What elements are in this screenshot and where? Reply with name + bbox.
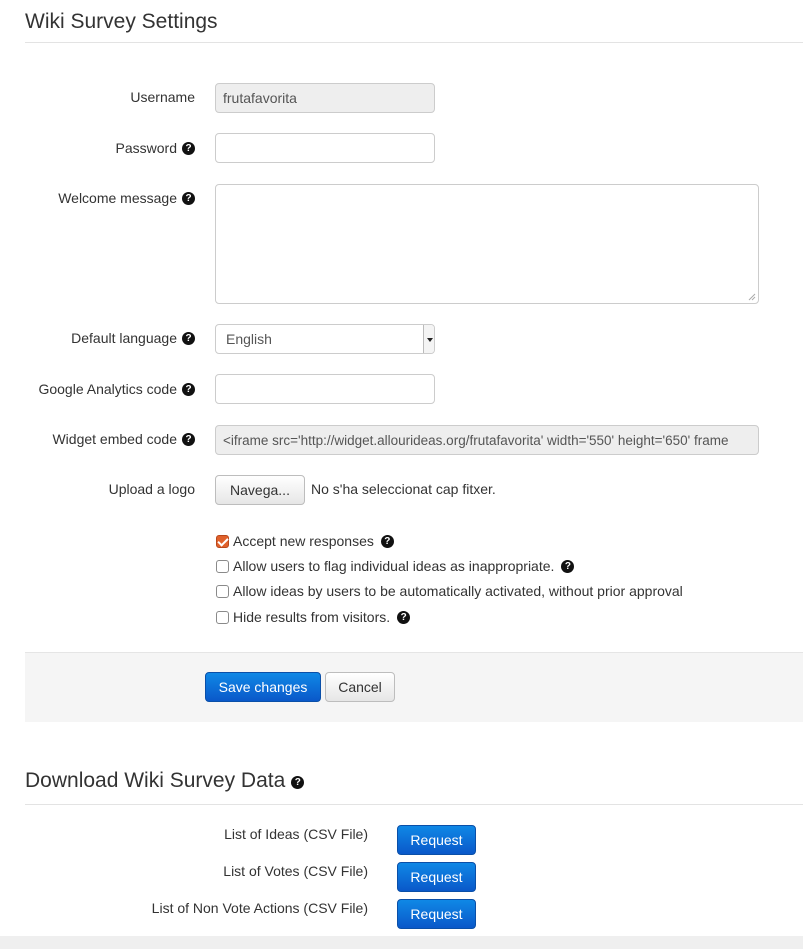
language-value: English <box>226 331 272 347</box>
language-label-text: Default language <box>71 330 177 346</box>
embed-code-field[interactable]: <iframe src='http://widget.allourideas.o… <box>215 425 759 455</box>
username-label-text: Username <box>130 89 195 105</box>
welcome-message-textarea[interactable] <box>215 184 759 304</box>
embed-value: <iframe src='http://widget.allourideas.o… <box>223 432 729 448</box>
download-heading: Download Wiki Survey Data ? <box>25 769 305 793</box>
option-label: Allow users to flag individual ideas as … <box>233 558 555 574</box>
help-icon[interactable]: ? <box>182 141 195 155</box>
option-auto-activate: Allow ideas by users to be automatically… <box>216 583 683 599</box>
flag-ideas-checkbox[interactable] <box>216 559 229 573</box>
username-field[interactable]: frutafavorita <box>215 83 435 113</box>
chevron-down-icon[interactable] <box>423 325 434 353</box>
option-flag-ideas: Allow users to flag individual ideas as … <box>216 558 575 574</box>
welcome-label: Welcome message ? <box>58 190 195 206</box>
download-title: Download Wiki Survey Data <box>25 769 286 792</box>
auto-activate-checkbox[interactable] <box>216 584 229 598</box>
resize-handle-icon[interactable] <box>748 293 756 301</box>
logo-label: Upload a logo <box>109 481 195 497</box>
language-label: Default language ? <box>71 330 195 346</box>
hide-results-checkbox[interactable] <box>216 610 229 624</box>
help-icon[interactable]: ? <box>182 191 195 205</box>
help-icon[interactable]: ? <box>291 775 305 789</box>
help-icon[interactable]: ? <box>182 331 195 345</box>
help-icon[interactable]: ? <box>397 610 411 624</box>
browse-button[interactable]: Navega... <box>215 475 305 505</box>
analytics-label: Google Analytics code ? <box>38 381 195 397</box>
votes-csv-label: List of Votes (CSV File) <box>223 863 368 879</box>
download-divider <box>25 804 803 805</box>
form-actions <box>25 652 803 722</box>
option-hide-results: Hide results from visitors. ? <box>216 609 411 625</box>
password-label: Password ? <box>116 140 195 156</box>
footer-strip <box>0 936 803 949</box>
username-label: Username <box>130 89 195 105</box>
ideas-csv-label: List of Ideas (CSV File) <box>224 826 368 842</box>
settings-divider <box>25 42 803 43</box>
request-ideas-button[interactable]: Request <box>397 825 476 855</box>
analytics-field[interactable] <box>215 374 435 404</box>
no-file-text: No s'ha seleccionat cap fitxer. <box>311 481 496 497</box>
embed-label: Widget embed code ? <box>52 431 195 447</box>
help-icon[interactable]: ? <box>182 432 195 446</box>
option-label: Allow ideas by users to be automatically… <box>233 583 683 599</box>
request-non-vote-button[interactable]: Request <box>397 899 476 929</box>
help-icon[interactable]: ? <box>380 534 394 548</box>
non-vote-csv-label: List of Non Vote Actions (CSV File) <box>151 900 368 916</box>
password-field[interactable] <box>215 133 435 163</box>
accept-responses-checkbox[interactable] <box>216 534 229 548</box>
save-button[interactable]: Save changes <box>205 672 321 702</box>
cancel-button[interactable]: Cancel <box>325 672 395 702</box>
request-votes-button[interactable]: Request <box>397 862 476 892</box>
analytics-label-text: Google Analytics code <box>38 381 177 397</box>
settings-title: Wiki Survey Settings <box>25 10 218 33</box>
option-label: Hide results from visitors. <box>233 609 391 625</box>
option-accept-responses: Accept new responses ? <box>216 533 394 549</box>
welcome-label-text: Welcome message <box>58 190 177 206</box>
option-label: Accept new responses <box>233 533 374 549</box>
username-value: frutafavorita <box>223 90 297 106</box>
password-label-text: Password <box>115 140 177 156</box>
logo-label-text: Upload a logo <box>108 481 195 497</box>
embed-label-text: Widget embed code <box>52 431 177 447</box>
language-select[interactable]: English <box>215 324 435 354</box>
help-icon[interactable]: ? <box>182 382 195 396</box>
help-icon[interactable]: ? <box>561 559 575 573</box>
